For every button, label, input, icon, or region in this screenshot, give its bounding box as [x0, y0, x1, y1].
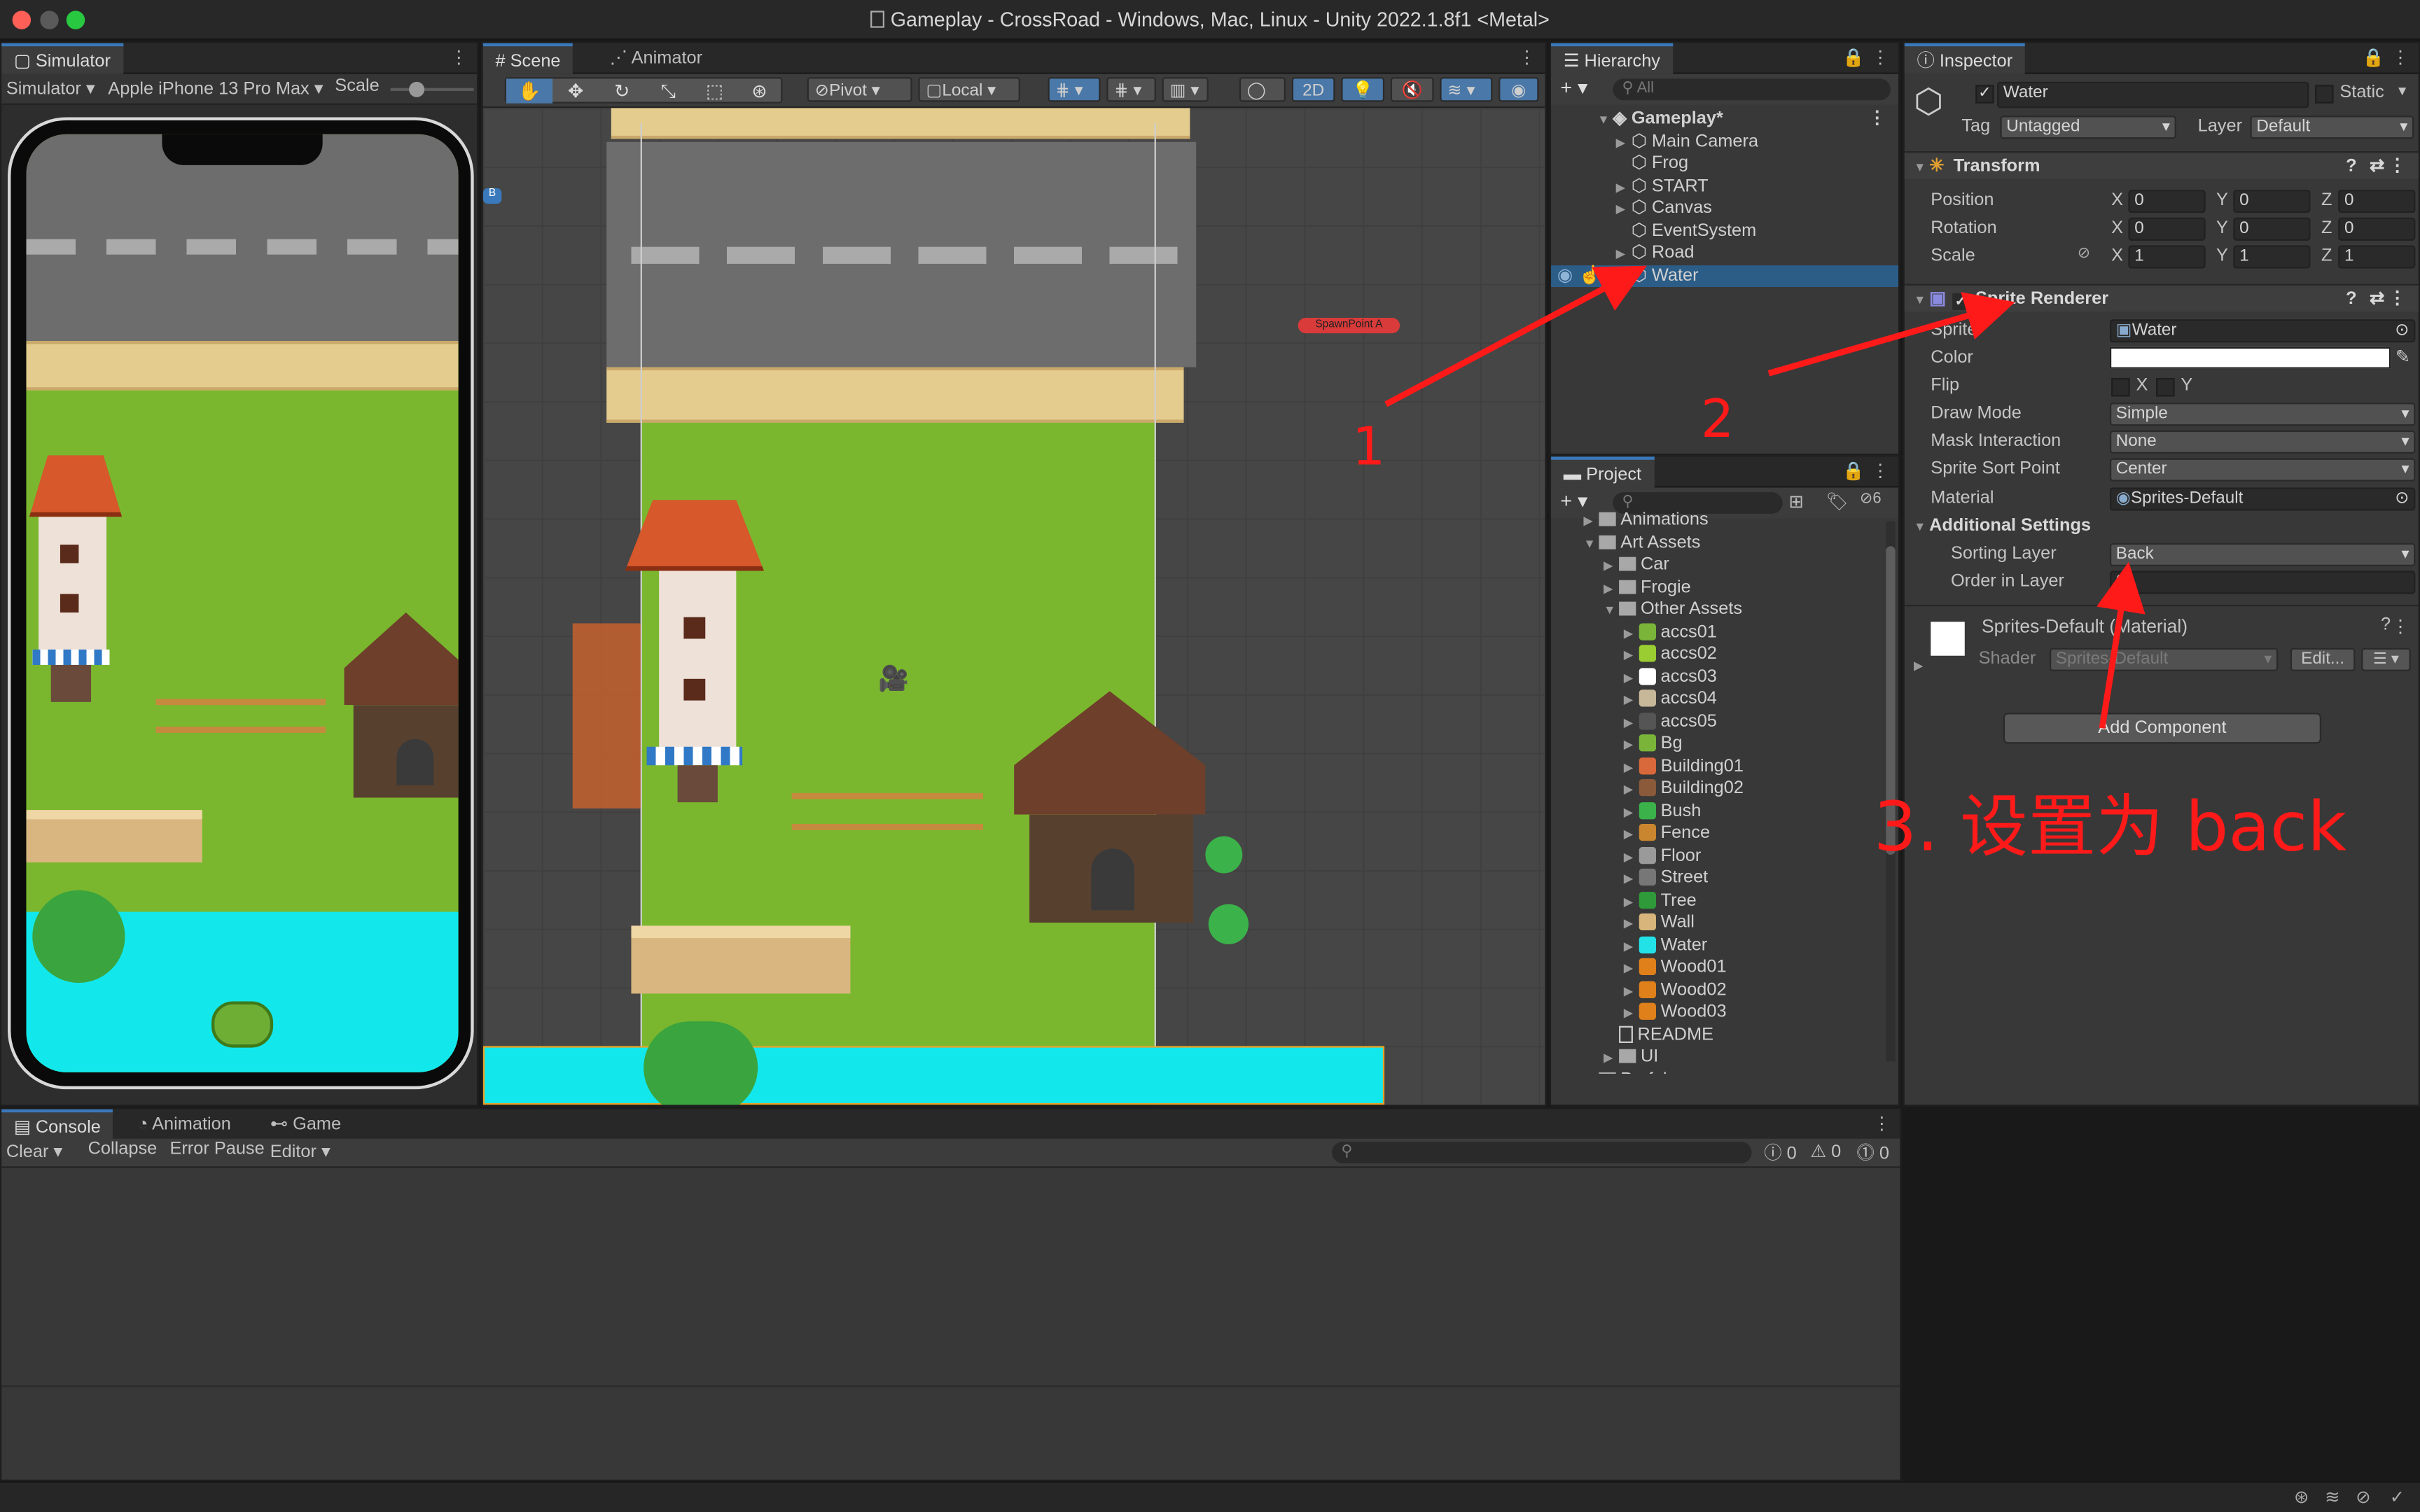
annotation-step-2: 2 [1700, 388, 1734, 451]
annotation-arrow-3 [2096, 561, 2146, 729]
annotation-step-1: 1 [1351, 416, 1386, 479]
annotation-arrow-1 [1384, 265, 1647, 407]
annotation-arrows [1384, 265, 2146, 729]
annotation-arrow-2 [1767, 292, 2015, 377]
annotation-step-3: 3. 设置为 back [1873, 788, 2347, 867]
